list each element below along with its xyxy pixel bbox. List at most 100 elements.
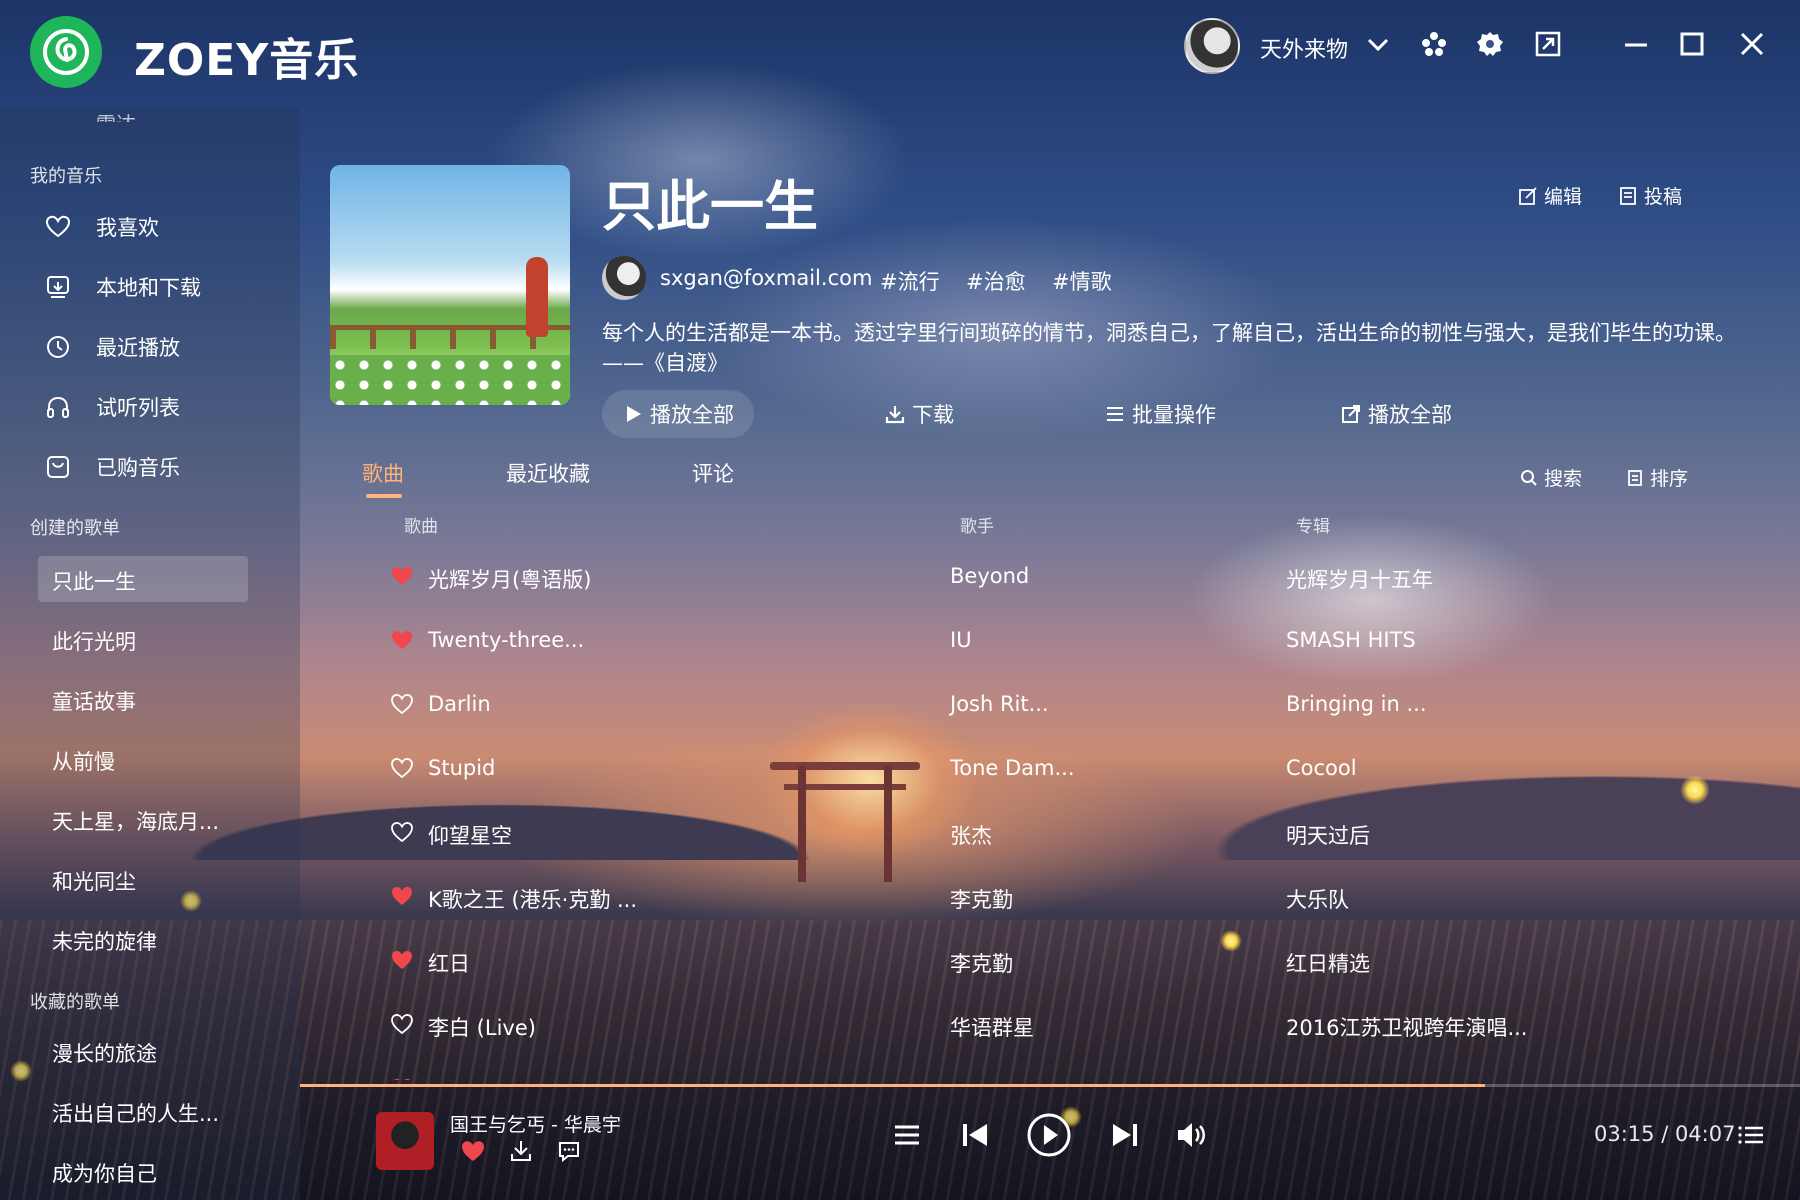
heart-icon[interactable] bbox=[390, 884, 414, 908]
sidebar-item-purchased[interactable]: 已购音乐 bbox=[44, 452, 180, 482]
sidebar-item-radar-partial[interactable]: 雷达 bbox=[96, 108, 136, 122]
song-album[interactable]: Bringing in ... bbox=[1286, 692, 1427, 716]
song-artist[interactable]: 李克勤 bbox=[950, 948, 1013, 978]
search-icon bbox=[1521, 469, 1537, 486]
song-album[interactable]: 大乐队 bbox=[1286, 884, 1349, 914]
song-artist[interactable]: 李克勤 bbox=[950, 884, 1013, 914]
heart-icon[interactable] bbox=[390, 628, 414, 652]
song-album[interactable]: SMASH HITS bbox=[1286, 628, 1416, 652]
song-name[interactable]: 仰望星空 bbox=[428, 820, 512, 850]
edit-button[interactable]: 编辑 bbox=[1518, 182, 1582, 209]
song-artist[interactable]: Beyond bbox=[950, 564, 1029, 588]
search-button[interactable]: 搜索 bbox=[1520, 464, 1582, 491]
heart-icon bbox=[44, 213, 72, 241]
logo-icon bbox=[43, 29, 89, 75]
comment-icon[interactable] bbox=[556, 1138, 584, 1166]
download-button[interactable]: 下载 bbox=[864, 390, 974, 438]
heart-icon[interactable] bbox=[390, 756, 414, 780]
table-row[interactable]: Darlin Josh Rit... Bringing in ... bbox=[390, 686, 1690, 742]
user-avatar[interactable] bbox=[1184, 18, 1240, 74]
heart-icon[interactable] bbox=[390, 692, 414, 716]
next-track-icon[interactable] bbox=[1100, 1110, 1150, 1160]
play-mode-icon[interactable] bbox=[882, 1110, 932, 1160]
close-icon[interactable] bbox=[1734, 26, 1770, 62]
column-header-artist: 歌手 bbox=[960, 517, 994, 537]
heart-icon[interactable] bbox=[390, 820, 414, 844]
headphones-icon bbox=[44, 393, 72, 421]
now-playing-cover[interactable] bbox=[376, 1112, 434, 1170]
table-row[interactable]: 光辉岁月(粤语版) Beyond 光辉岁月十五年 bbox=[390, 558, 1690, 614]
sidebar-playlist-item[interactable]: 成为你自己 bbox=[52, 1158, 157, 1188]
song-album[interactable]: Cocool bbox=[1286, 756, 1357, 780]
table-row[interactable]: 李白 (Live) 华语群星 2016江苏卫视跨年演唱... bbox=[390, 1006, 1690, 1062]
sort-button[interactable]: 排序 bbox=[1626, 464, 1688, 491]
download-icon[interactable] bbox=[508, 1138, 536, 1166]
sidebar-item-trial-list[interactable]: 试听列表 bbox=[44, 392, 180, 422]
song-album[interactable]: 红日精选 bbox=[1286, 948, 1370, 978]
song-name[interactable]: Twenty-three... bbox=[428, 628, 584, 652]
skin-icon[interactable] bbox=[1416, 26, 1452, 62]
section-title-created-playlists: 创建的歌单 bbox=[30, 518, 120, 539]
song-artist[interactable]: 华语群星 bbox=[950, 1012, 1034, 1042]
volume-icon[interactable] bbox=[1166, 1110, 1216, 1160]
song-artist[interactable]: Josh Rit... bbox=[950, 692, 1049, 716]
sidebar-playlist-item[interactable]: 活出自己的人生... bbox=[52, 1098, 219, 1128]
song-artist[interactable]: 武豪音乐 bbox=[950, 1076, 1034, 1080]
table-row[interactable]: Stupid Tone Dam... Cocool bbox=[390, 750, 1690, 806]
song-name[interactable]: 红日 bbox=[428, 948, 470, 978]
gear-icon[interactable] bbox=[1472, 26, 1508, 62]
song-album[interactable]: 光辉岁月十五年 bbox=[1286, 564, 1433, 594]
minimize-icon[interactable] bbox=[1618, 26, 1654, 62]
playlist-queue-icon[interactable] bbox=[1726, 1110, 1776, 1160]
creator-avatar[interactable] bbox=[602, 256, 646, 300]
maximize-icon[interactable] bbox=[1674, 26, 1710, 62]
sidebar-item-local-download[interactable]: 本地和下载 bbox=[44, 272, 201, 302]
song-name[interactable]: 光辉岁月(粤语版) bbox=[428, 564, 591, 594]
heart-icon[interactable] bbox=[460, 1138, 488, 1166]
playback-time: 03:15 / 04:07 bbox=[1594, 1122, 1736, 1146]
share-play-all-button[interactable]: 播放全部 bbox=[1320, 390, 1472, 438]
playlist-tag[interactable]: #情歌 bbox=[1052, 266, 1112, 296]
table-row[interactable]: 小幸运 武豪音乐 武侠音乐系列第二部之人物... bbox=[390, 1070, 1690, 1080]
song-album[interactable]: 2016江苏卫视跨年演唱... bbox=[1286, 1012, 1527, 1042]
sidebar-item-favorites[interactable]: 我喜欢 bbox=[44, 212, 159, 242]
now-playing-title[interactable]: 国王与乞丐 - 华晨宇 bbox=[450, 1110, 621, 1137]
previous-track-icon[interactable] bbox=[950, 1110, 1000, 1160]
sidebar-item-recent[interactable]: 最近播放 bbox=[44, 332, 180, 362]
song-name[interactable]: 小幸运 bbox=[428, 1076, 491, 1080]
list-icon bbox=[1107, 407, 1123, 421]
tab-comments[interactable]: 评论 bbox=[692, 458, 734, 488]
tab-songs[interactable]: 歌曲 bbox=[362, 458, 404, 488]
song-album[interactable]: 明天过后 bbox=[1286, 820, 1370, 850]
table-row[interactable]: Twenty-three... IU SMASH HITS bbox=[390, 622, 1690, 678]
song-name[interactable]: 李白 (Live) bbox=[428, 1012, 536, 1042]
play-all-button[interactable]: 播放全部 bbox=[602, 390, 754, 438]
app-logo[interactable] bbox=[30, 16, 102, 88]
heart-icon[interactable] bbox=[390, 1012, 414, 1036]
creator-name[interactable]: sxgan@foxmail.com bbox=[660, 266, 872, 290]
sort-label: 排序 bbox=[1650, 468, 1689, 490]
sidebar-item-label: 最近播放 bbox=[96, 336, 180, 360]
mini-mode-icon[interactable] bbox=[1530, 26, 1566, 62]
table-row[interactable]: K歌之王 (港乐·克勤 ... 李克勤 大乐队 bbox=[390, 878, 1690, 934]
heart-icon[interactable] bbox=[390, 564, 414, 588]
chevron-down-icon[interactable] bbox=[1360, 26, 1396, 62]
table-row[interactable]: 仰望星空 张杰 明天过后 bbox=[390, 814, 1690, 870]
song-name[interactable]: Stupid bbox=[428, 756, 495, 780]
table-row[interactable]: 红日 李克勤 红日精选 bbox=[390, 942, 1690, 998]
playlist-tag[interactable]: #流行 bbox=[880, 266, 940, 296]
batch-operation-button[interactable]: 批量操作 bbox=[1084, 390, 1236, 438]
user-name[interactable]: 天外来物 bbox=[1260, 32, 1348, 64]
heart-icon[interactable] bbox=[390, 948, 414, 972]
play-pause-icon[interactable] bbox=[1024, 1110, 1074, 1160]
heart-icon[interactable] bbox=[390, 1076, 414, 1080]
song-name[interactable]: K歌之王 (港乐·克勤 ... bbox=[428, 884, 637, 914]
tab-recent-favorites[interactable]: 最近收藏 bbox=[506, 458, 590, 488]
song-album[interactable]: 武侠音乐系列第二部之人物... bbox=[1286, 1076, 1558, 1080]
song-name[interactable]: Darlin bbox=[428, 692, 491, 716]
submit-button[interactable]: 投稿 bbox=[1618, 182, 1682, 209]
song-artist[interactable]: Tone Dam... bbox=[950, 756, 1075, 780]
song-artist[interactable]: 张杰 bbox=[950, 820, 992, 850]
playlist-tag[interactable]: #治愈 bbox=[966, 266, 1026, 296]
song-artist[interactable]: IU bbox=[950, 628, 972, 652]
